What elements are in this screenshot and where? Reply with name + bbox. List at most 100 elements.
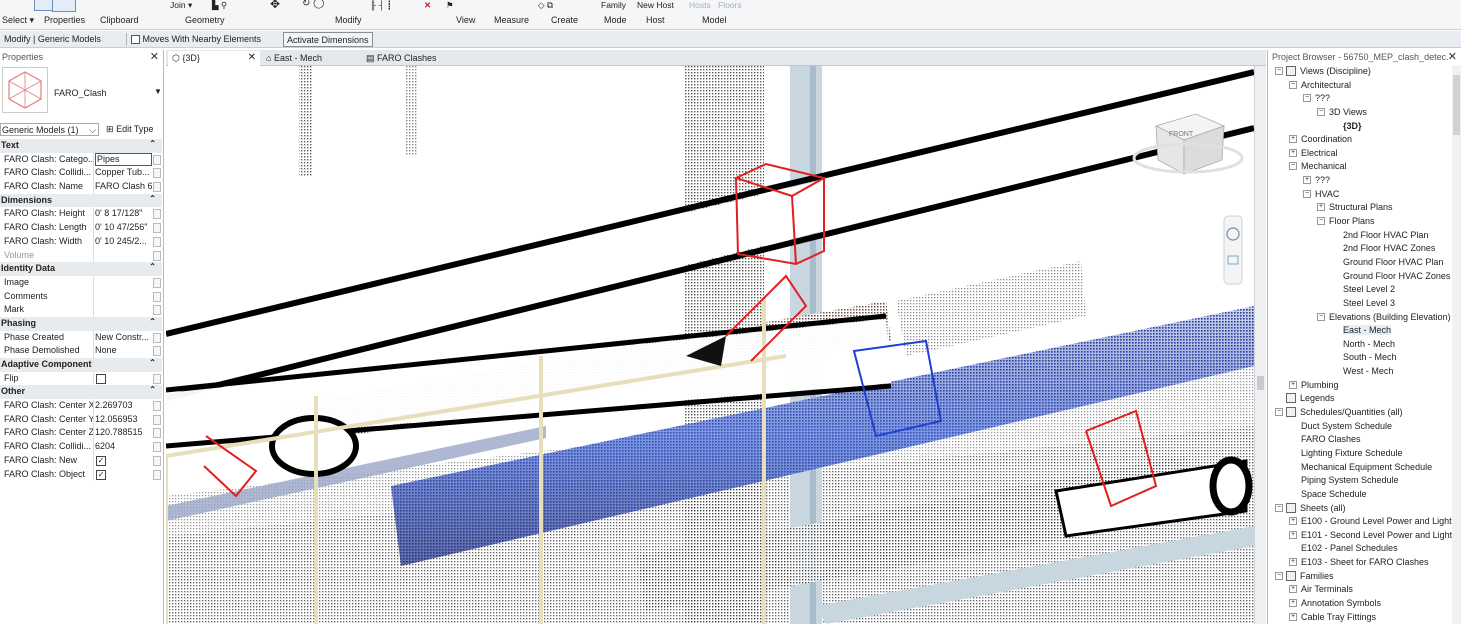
expand-icon[interactable]: + <box>1317 203 1325 212</box>
rotate-icon[interactable]: ↻ ◯ <box>302 0 324 9</box>
tree-item[interactable]: Mechanical Equipment Schedule <box>1268 461 1461 475</box>
collapse-icon[interactable]: − <box>1275 571 1283 580</box>
collapse-icon[interactable]: ⌃ <box>149 194 156 203</box>
tree-item[interactable]: + Electrical <box>1268 147 1461 161</box>
expand-icon[interactable]: + <box>1289 558 1297 567</box>
associate-parameter-button[interactable] <box>153 154 161 165</box>
tree-item[interactable]: − Mechanical <box>1268 160 1461 174</box>
associate-parameter-button[interactable] <box>153 250 161 261</box>
collapse-icon[interactable]: − <box>1317 312 1325 321</box>
close-icon[interactable]: ✕ <box>248 52 256 63</box>
tree-item[interactable]: Space Schedule <box>1268 488 1461 502</box>
create-icon[interactable]: ◇ ⧉ <box>538 0 553 11</box>
tree-item[interactable]: Piping System Schedule <box>1268 474 1461 488</box>
associate-parameter-button[interactable] <box>153 414 161 425</box>
family-button[interactable]: Family <box>601 0 626 10</box>
tree-item[interactable]: + E103 - Sheet for FARO Clashes <box>1268 556 1461 570</box>
tree-item[interactable]: South - Mech <box>1268 351 1461 365</box>
collapse-icon[interactable]: − <box>1317 217 1325 226</box>
associate-parameter-button[interactable] <box>153 277 161 288</box>
selection-filter-dropdown[interactable]: Generic Models (1) ⌵ <box>0 123 99 136</box>
scroll-thumb[interactable] <box>1453 75 1460 135</box>
property-value[interactable]: FARO Clash 6 <box>95 181 152 191</box>
expand-icon[interactable]: + <box>1289 612 1297 621</box>
expand-icon[interactable]: + <box>1289 585 1297 594</box>
pin-icon[interactable]: ⚑ <box>446 0 454 11</box>
collapse-icon[interactable]: − <box>1303 94 1311 103</box>
view-scrollbar[interactable] <box>1254 66 1266 624</box>
tree-item[interactable]: − Families <box>1268 570 1461 584</box>
hosts-button[interactable]: Hosts <box>689 0 711 10</box>
tree-item[interactable]: E102 - Panel Schedules <box>1268 542 1461 556</box>
associate-parameter-button[interactable] <box>153 346 161 357</box>
property-checkbox[interactable]: ✓ <box>96 455 106 466</box>
collapse-icon[interactable]: − <box>1275 503 1283 512</box>
associate-parameter-button[interactable] <box>153 442 161 453</box>
associate-parameter-button[interactable] <box>153 455 161 466</box>
select-menu[interactable]: Select ▾ <box>2 15 34 26</box>
property-group-header[interactable]: Adaptive Component ⌃ <box>0 358 162 372</box>
move-icon[interactable]: ✥ <box>270 0 280 11</box>
expand-icon[interactable]: + <box>1289 517 1297 526</box>
delete-icon[interactable]: ✕ <box>424 0 431 11</box>
collapse-icon[interactable]: − <box>1275 408 1283 417</box>
tree-item[interactable]: West - Mech <box>1268 365 1461 379</box>
3d-view-canvas[interactable]: FRONT <box>166 66 1254 624</box>
property-value[interactable]: 120.788515 <box>95 427 152 437</box>
associate-parameter-button[interactable] <box>153 373 161 384</box>
collapse-icon[interactable]: ⌃ <box>149 385 156 394</box>
modify-tools-icon[interactable]: ▙ ⚲ <box>212 0 227 11</box>
associate-parameter-button[interactable] <box>153 168 161 179</box>
tree-item[interactable]: + Coordination <box>1268 133 1461 147</box>
tree-item[interactable]: + Structural Plans <box>1268 201 1461 215</box>
tree-item[interactable]: Ground Floor HVAC Plan <box>1268 256 1461 270</box>
associate-parameter-button[interactable] <box>153 182 161 193</box>
tree-item[interactable]: + E100 - Ground Level Power and Lighting <box>1268 515 1461 529</box>
collapse-icon[interactable]: ⌃ <box>149 262 156 271</box>
collapse-icon[interactable]: ⌃ <box>149 358 156 367</box>
associate-parameter-button[interactable] <box>153 332 161 343</box>
collapse-icon[interactable]: − <box>1289 162 1297 171</box>
expand-icon[interactable]: + <box>1289 148 1297 157</box>
property-value[interactable]: 0' 10 245/2... <box>95 236 152 246</box>
associate-parameter-button[interactable] <box>153 428 161 439</box>
chevron-down-icon[interactable]: ▼ <box>154 87 162 96</box>
tree-item[interactable]: Ground Floor HVAC Zones <box>1268 270 1461 284</box>
tree-item[interactable]: Steel Level 3 <box>1268 297 1461 311</box>
property-value[interactable]: New Constr... <box>95 332 152 342</box>
moves-with-option[interactable]: Moves With Nearby Elements <box>131 34 261 45</box>
tree-item[interactable]: +??? <box>1268 174 1461 188</box>
scroll-thumb[interactable] <box>1257 376 1264 390</box>
associate-parameter-button[interactable] <box>153 401 161 412</box>
expand-icon[interactable]: + <box>1289 530 1297 539</box>
view-tab[interactable]: ▤ FARO Clashes <box>362 51 462 66</box>
property-value[interactable]: 0' 10 47/256" <box>95 222 152 232</box>
property-group-header[interactable]: Other ⌃ <box>0 385 162 400</box>
property-value[interactable]: Pipes <box>95 152 152 166</box>
floors-button[interactable]: Floors <box>718 0 742 10</box>
tree-item[interactable]: + Annotation Symbols <box>1268 597 1461 611</box>
associate-parameter-button[interactable] <box>153 469 161 480</box>
properties-icon[interactable] <box>52 0 76 12</box>
associate-parameter-button[interactable] <box>153 236 161 247</box>
property-value[interactable]: 6204 <box>95 441 152 451</box>
close-icon[interactable]: ✕ <box>150 50 159 63</box>
expand-icon[interactable]: + <box>1289 380 1297 389</box>
property-checkbox[interactable]: ✓ <box>96 469 106 480</box>
property-checkbox[interactable] <box>96 373 106 384</box>
activate-dimensions-button[interactable]: Activate Dimensions <box>283 32 373 47</box>
tree-item[interactable]: − HVAC <box>1268 188 1461 202</box>
collapse-icon[interactable]: − <box>1289 80 1297 89</box>
tree-item[interactable]: East - Mech <box>1268 324 1461 338</box>
tree-item[interactable]: + Air Terminals <box>1268 583 1461 597</box>
tree-item[interactable]: 2nd Floor HVAC Zones <box>1268 242 1461 256</box>
tree-item[interactable]: + E101 - Second Level Power and Lighting <box>1268 529 1461 543</box>
tree-item[interactable]: 2nd Floor HVAC Plan <box>1268 229 1461 243</box>
tree-item[interactable]: − Floor Plans <box>1268 215 1461 229</box>
tree-item[interactable]: − Sheets (all) <box>1268 502 1461 516</box>
tree-item[interactable]: North - Mech <box>1268 338 1461 352</box>
associate-parameter-button[interactable] <box>153 223 161 234</box>
join-button[interactable]: Join ▾ <box>170 0 192 11</box>
tree-item[interactable]: FARO Clashes <box>1268 433 1461 447</box>
property-group-header[interactable]: Dimensions ⌃ <box>0 193 162 208</box>
